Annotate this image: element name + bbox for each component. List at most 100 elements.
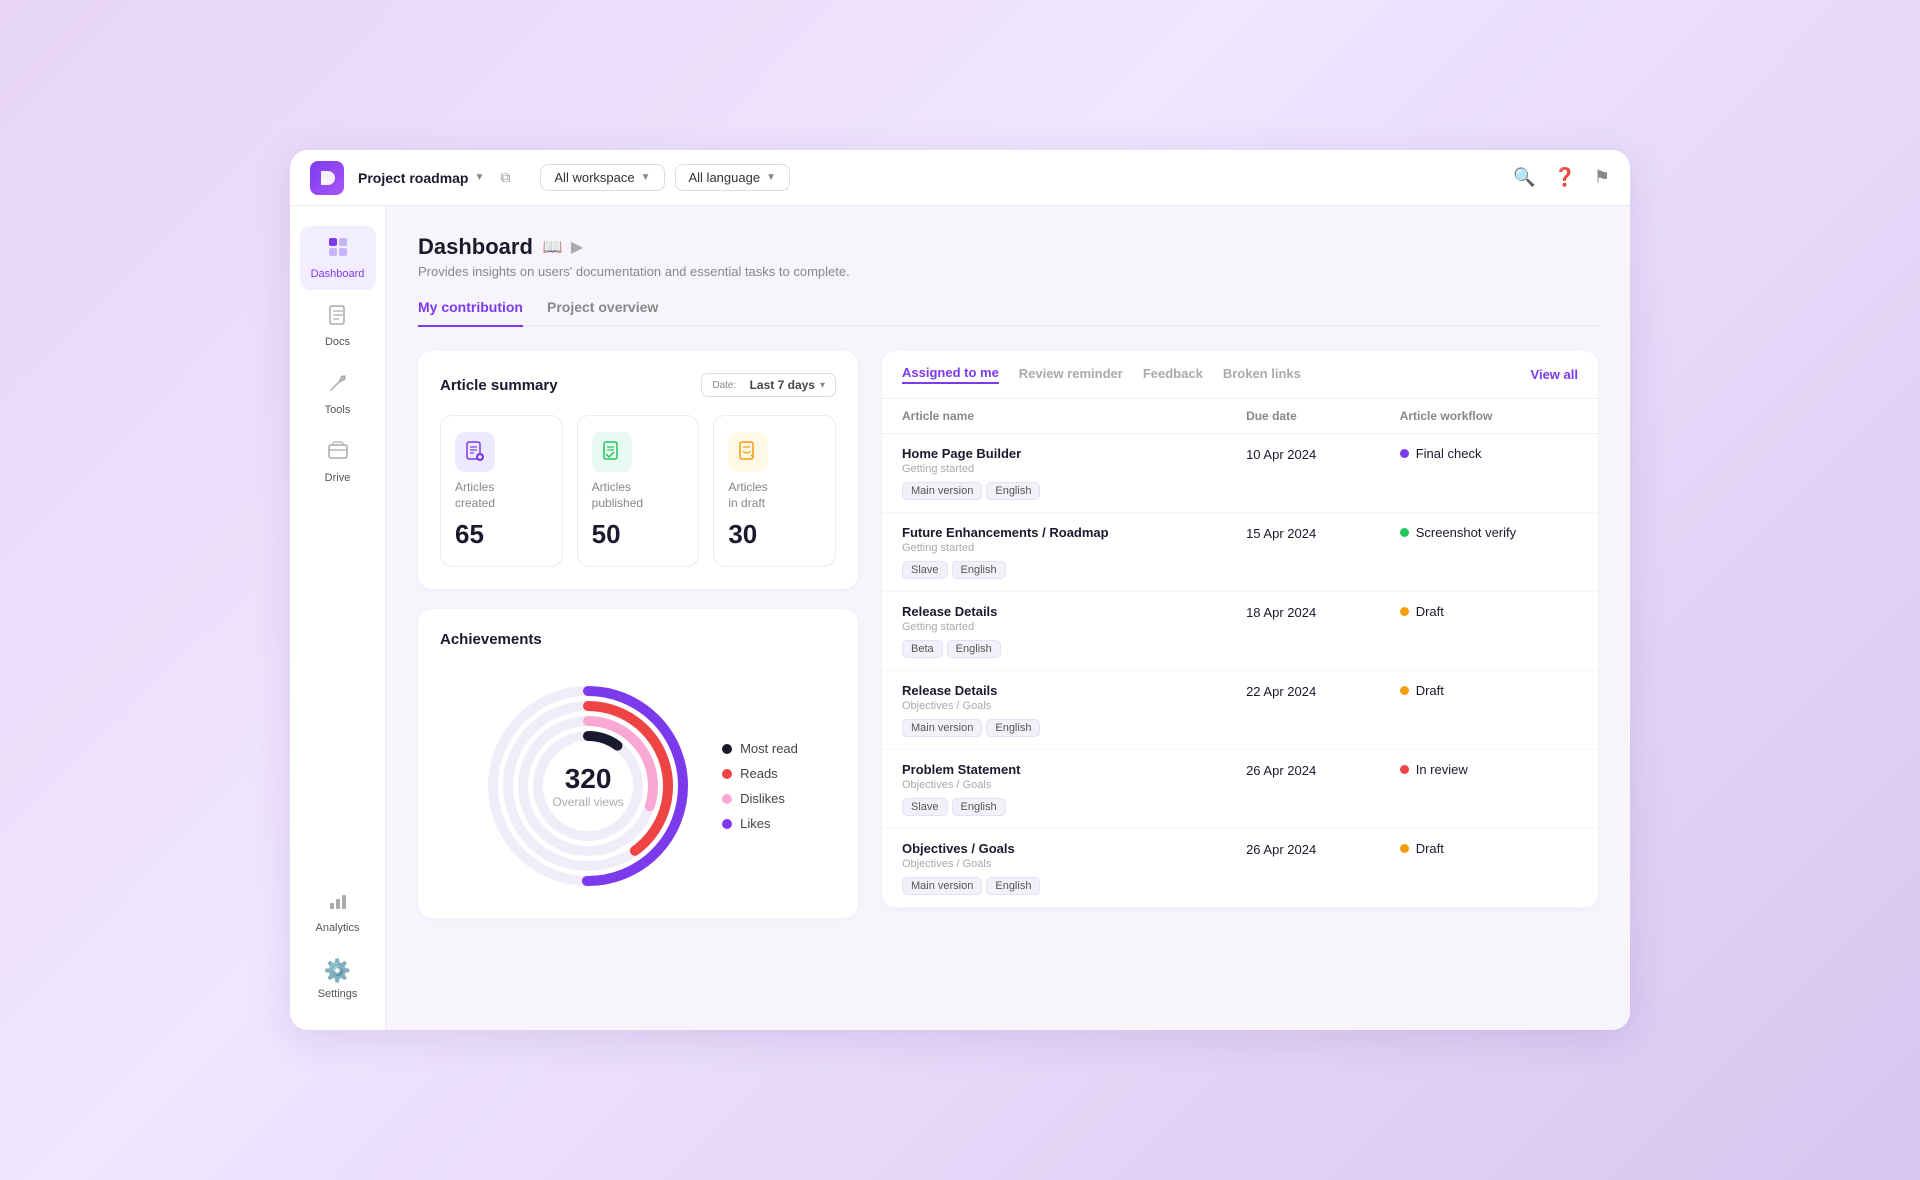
article-name: Objectives / Goals	[902, 841, 1206, 856]
article-tags: Main versionEnglish	[902, 718, 1206, 737]
tag: Main version	[902, 877, 982, 895]
table-row[interactable]: Objectives / Goals Objectives / Goals Ma…	[882, 829, 1598, 908]
legend-label-reads: Reads	[740, 766, 778, 781]
book-icon[interactable]: 📖	[543, 237, 563, 257]
table-row[interactable]: Future Enhancements / Roadmap Getting st…	[882, 513, 1598, 592]
tab-review-reminder[interactable]: Review reminder	[1019, 366, 1123, 383]
workflow-status: In review	[1400, 762, 1578, 777]
col-due-date: Due date	[1226, 399, 1380, 434]
table-row[interactable]: Problem Statement Objectives / Goals Sla…	[882, 750, 1598, 829]
donut-center: 320 Overall views	[552, 763, 623, 809]
page-title: Dashboard	[418, 234, 533, 260]
tag: Main version	[902, 482, 982, 500]
achievements-title: Achievements	[440, 631, 542, 648]
stat-card-published: Articlespublished 50	[577, 415, 700, 567]
sidebar-item-analytics[interactable]: Analytics	[300, 880, 376, 944]
tab-broken-links[interactable]: Broken links	[1223, 366, 1301, 383]
sidebar: Dashboard Docs	[290, 206, 386, 1030]
date-filter-button[interactable]: Date: Last 7 days ▾	[701, 373, 836, 397]
sidebar-item-settings[interactable]: ⚙️ Settings	[300, 948, 376, 1010]
article-tags: Main versionEnglish	[902, 481, 1206, 500]
logo	[310, 161, 344, 195]
sidebar-item-dashboard[interactable]: Dashboard	[300, 226, 376, 290]
workflow-status: Draft	[1400, 683, 1578, 698]
legend-dot-most-read	[722, 744, 732, 754]
tag: Slave	[902, 561, 948, 579]
table-row[interactable]: Release Details Objectives / Goals Main …	[882, 671, 1598, 750]
external-link-icon[interactable]: ⧉	[500, 169, 510, 186]
dashboard-icon	[327, 236, 349, 264]
article-sub: Getting started	[902, 621, 1206, 633]
top-bar-right: 🔍 ❓ ⚑	[1513, 167, 1610, 188]
status-label: Draft	[1416, 604, 1444, 619]
tab-feedback[interactable]: Feedback	[1143, 366, 1203, 383]
workflow-status: Screenshot verify	[1400, 525, 1578, 540]
stat-label-draft: Articlesin draft	[728, 480, 767, 511]
content-area: Dashboard 📖 ▶ Provides insights on users…	[386, 206, 1630, 1030]
search-icon[interactable]: 🔍	[1513, 167, 1535, 188]
sidebar-docs-label: Docs	[325, 336, 350, 348]
donut-wrap: 320 Overall views Most read	[440, 666, 836, 896]
right-card: Assigned to me Review reminder Feedback …	[882, 351, 1598, 908]
article-sub: Objectives / Goals	[902, 700, 1206, 712]
project-name-button[interactable]: Project roadmap ▼	[358, 170, 484, 186]
table-row[interactable]: Release Details Getting started BetaEngl…	[882, 592, 1598, 671]
tag: Beta	[902, 640, 943, 658]
article-sub: Objectives / Goals	[902, 779, 1206, 791]
date-chevron-icon: ▾	[820, 380, 825, 391]
view-all-button[interactable]: View all	[1531, 367, 1578, 382]
article-summary-card: Article summary Date: Last 7 days ▾	[418, 351, 858, 589]
legend: Most read Reads Dislikes	[722, 741, 798, 831]
due-date: 15 Apr 2024	[1246, 526, 1316, 541]
page-header: Dashboard 📖 ▶	[418, 234, 1598, 260]
workspace-filter[interactable]: All workspace ▼	[540, 164, 664, 191]
stat-value-draft: 30	[728, 519, 757, 550]
sidebar-item-tools[interactable]: Tools	[300, 362, 376, 426]
sidebar-item-drive[interactable]: Drive	[300, 430, 376, 494]
tab-my-contribution[interactable]: My contribution	[418, 299, 523, 327]
play-icon[interactable]: ▶	[571, 237, 583, 257]
article-name: Release Details	[902, 683, 1206, 698]
stat-card-created: Articlescreated 65	[440, 415, 563, 567]
article-name: Future Enhancements / Roadmap	[902, 525, 1206, 540]
legend-item-likes: Likes	[722, 816, 798, 831]
page-subtitle: Provides insights on users' documentatio…	[418, 264, 1598, 279]
due-date: 26 Apr 2024	[1246, 763, 1316, 778]
stat-value-created: 65	[455, 519, 484, 550]
legend-dot-reads	[722, 769, 732, 779]
workflow-status: Draft	[1400, 604, 1578, 619]
language-filter[interactable]: All language ▼	[675, 164, 790, 191]
workspace-chevron-icon: ▼	[641, 172, 651, 183]
two-col-layout: Article summary Date: Last 7 days ▾	[418, 351, 1598, 918]
article-name: Problem Statement	[902, 762, 1206, 777]
legend-item-most-read: Most read	[722, 741, 798, 756]
article-summary-title: Article summary	[440, 377, 558, 394]
due-date: 18 Apr 2024	[1246, 605, 1316, 620]
right-card-header: Assigned to me Review reminder Feedback …	[882, 351, 1598, 399]
article-sub: Getting started	[902, 542, 1206, 554]
language-filter-label: All language	[689, 170, 761, 185]
docs-icon	[327, 304, 349, 332]
article-name: Home Page Builder	[902, 446, 1206, 461]
legend-item-dislikes: Dislikes	[722, 791, 798, 806]
flag-icon[interactable]: ⚑	[1594, 167, 1610, 188]
help-icon[interactable]: ❓	[1553, 167, 1575, 188]
workflow-status: Final check	[1400, 446, 1578, 461]
table-row[interactable]: Home Page Builder Getting started Main v…	[882, 434, 1598, 513]
article-tags: SlaveEnglish	[902, 560, 1206, 579]
status-label: In review	[1416, 762, 1468, 777]
sidebar-item-docs[interactable]: Docs	[300, 294, 376, 358]
tag: English	[952, 798, 1006, 816]
legend-item-reads: Reads	[722, 766, 798, 781]
top-bar-filters: All workspace ▼ All language ▼	[540, 164, 790, 191]
status-dot	[1400, 607, 1409, 616]
status-dot	[1400, 528, 1409, 537]
tab-project-overview[interactable]: Project overview	[547, 299, 658, 327]
stat-card-draft: Articlesin draft 30	[713, 415, 836, 567]
top-bar: Project roadmap ▼ ⧉ All workspace ▼ All …	[290, 150, 1630, 206]
sidebar-drive-label: Drive	[325, 472, 351, 484]
tag: English	[952, 561, 1006, 579]
article-sub: Getting started	[902, 463, 1206, 475]
tab-assigned-to-me[interactable]: Assigned to me	[902, 365, 999, 384]
donut-label: Overall views	[552, 795, 623, 809]
